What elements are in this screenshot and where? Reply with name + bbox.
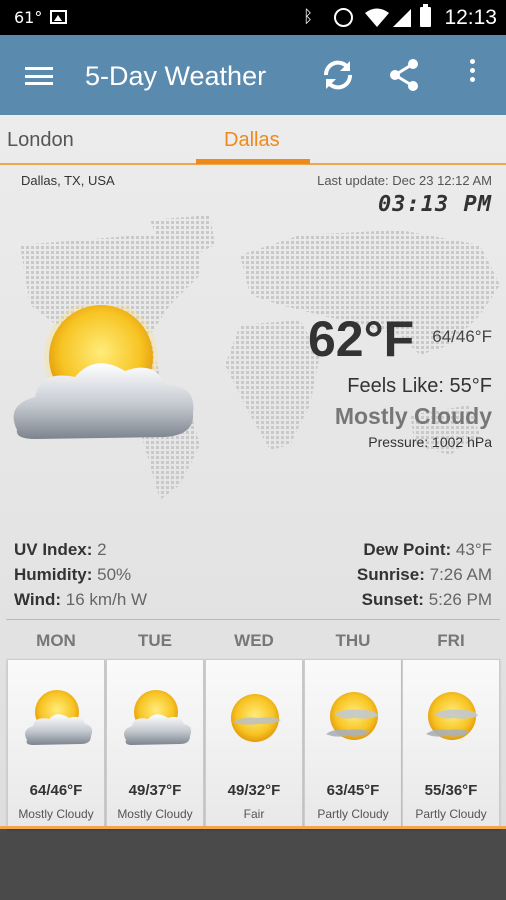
app-bar: 5-Day Weather — [0, 35, 506, 115]
forecast-card[interactable]: 55/36°F Partly Cloudy — [402, 659, 500, 829]
bluetooth-icon: ᛒ — [303, 7, 314, 26]
location-label: Dallas, TX, USA — [21, 173, 115, 188]
uv-index-label: UV Index: — [14, 540, 93, 559]
battery-icon — [420, 4, 431, 27]
forecast-condition: Mostly Cloudy — [18, 807, 94, 821]
current-high-low: 64/46°F — [432, 327, 492, 346]
mostly-cloudy-large-icon — [13, 305, 194, 439]
alarm-icon — [334, 8, 353, 27]
wind-label: Wind: — [14, 590, 62, 609]
bottom-accent-line — [0, 826, 506, 829]
humidity-label: Humidity: — [14, 565, 93, 584]
humidity-row: Humidity: 50% — [14, 565, 131, 585]
forecast-temp: 55/36°F — [424, 782, 478, 799]
city-tabs: London Dallas — [0, 115, 506, 165]
forecast-temp: 49/37°F — [128, 782, 182, 799]
dew-point-value: 43°F — [455, 540, 492, 559]
weather-content: London Dallas Dallas, TX, USA Last updat… — [0, 115, 506, 829]
menu-icon[interactable] — [25, 67, 53, 85]
overflow-menu-icon[interactable] — [466, 59, 478, 91]
current-condition: Mostly Cloudy — [334, 403, 492, 429]
refresh-icon[interactable] — [320, 57, 356, 93]
image-notification-icon — [50, 10, 67, 24]
forecast-day-name: TUE — [138, 631, 172, 650]
sunrise-label: Sunrise: — [356, 565, 425, 584]
forecast-temp: 64/46°F — [29, 782, 83, 799]
share-icon[interactable] — [386, 57, 422, 93]
partly-cloudy-icon — [326, 692, 378, 740]
forecast-card[interactable]: 63/45°F Partly Cloudy — [304, 659, 402, 829]
tab-indicator — [196, 159, 310, 164]
mostly-cloudy-icon — [25, 690, 93, 745]
forecast-card[interactable]: 49/32°F Fair — [205, 659, 303, 829]
feels-like: Feels Like: 55°F — [347, 375, 492, 397]
sunset-label: Sunset: — [361, 590, 424, 609]
forecast-condition: Partly Cloudy — [415, 807, 487, 821]
forecast-day-name: THU — [335, 631, 371, 650]
forecast-condition: Fair — [243, 807, 265, 821]
partly-cloudy-icon — [426, 692, 478, 740]
forecast-condition: Partly Cloudy — [317, 807, 389, 821]
tab-london[interactable]: London — [7, 129, 74, 152]
dew-point-label: Dew Point: — [363, 540, 452, 559]
status-time: 12:13 — [444, 6, 497, 29]
current-temperature: 62°F — [308, 311, 415, 367]
signal-icon — [393, 9, 411, 27]
forecast-card[interactable]: 64/46°F Mostly Cloudy — [7, 659, 105, 829]
status-bar: 61° ᛒ 12:13 — [0, 0, 506, 35]
fair-icon — [231, 694, 281, 742]
forecast-day-name: WED — [234, 631, 274, 650]
divider — [6, 619, 500, 620]
wifi-icon — [365, 8, 389, 27]
forecast-condition: Mostly Cloudy — [117, 807, 193, 821]
sunrise-row: Sunrise: 7:26 AM — [357, 565, 492, 585]
last-update-label: Last update: Dec 23 12:12 AM — [317, 173, 492, 188]
mostly-cloudy-icon — [124, 690, 192, 745]
sunrise-value: 7:26 AM — [429, 565, 492, 584]
forecast-card[interactable]: 49/37°F Mostly Cloudy — [106, 659, 204, 829]
sunset-row: Sunset: 5:26 PM — [362, 590, 492, 610]
pressure: Pressure: 1002 hPa — [368, 434, 492, 450]
forecast-temp: 49/32°F — [227, 782, 281, 799]
app-title: 5-Day Weather — [85, 61, 267, 91]
uv-index-value: 2 — [97, 540, 107, 559]
wind-row: Wind: 16 km/h W — [14, 590, 147, 610]
forecast-temp: 63/45°F — [326, 782, 380, 799]
status-temperature: 61° — [14, 8, 43, 27]
humidity-value: 50% — [97, 565, 132, 584]
forecast-day-name: FRI — [437, 631, 465, 650]
wind-value: 16 km/h W — [65, 590, 148, 609]
sunset-value: 5:26 PM — [428, 590, 492, 609]
uv-index-row: UV Index: 2 — [14, 540, 107, 560]
local-time-clock: 03:13 PM — [378, 192, 492, 217]
dew-point-row: Dew Point: 43°F — [363, 540, 492, 560]
tab-dallas[interactable]: Dallas — [224, 129, 280, 152]
forecast-day-name: MON — [36, 631, 76, 650]
